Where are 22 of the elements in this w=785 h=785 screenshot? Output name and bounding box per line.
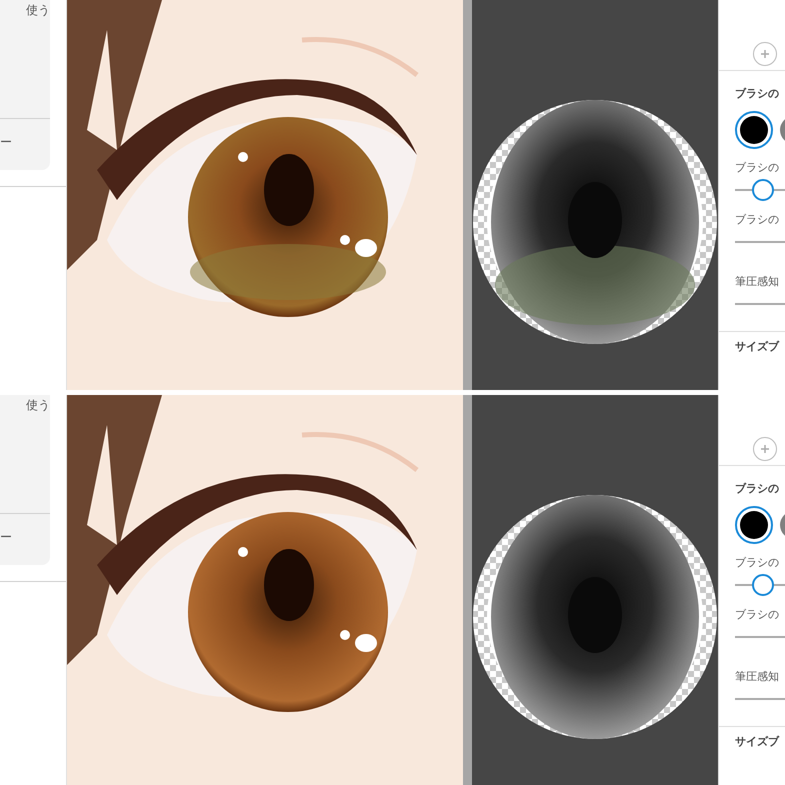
- plus-icon: [760, 49, 770, 59]
- sidebar-text: 使う: [25, 397, 50, 413]
- pressure-label: 筆圧感知: [735, 275, 780, 289]
- sidebar-text: ー: [0, 134, 13, 150]
- slider-thumb[interactable]: [752, 574, 774, 596]
- brush-swatch[interactable]: [735, 111, 773, 149]
- opacity-label: ブラシの: [735, 608, 780, 622]
- section-label: サイズブ: [734, 735, 780, 749]
- section-label: サイズブ: [734, 340, 780, 354]
- pressure-label: 筆圧感知: [735, 670, 780, 684]
- size-label: ブラシの: [735, 556, 780, 570]
- brush-label: ブラシの: [735, 482, 780, 496]
- size-label: ブラシの: [735, 161, 780, 175]
- brush-label: ブラシの: [735, 87, 780, 101]
- plus-icon: [760, 444, 770, 454]
- slider-thumb[interactable]: [752, 179, 774, 201]
- add-button[interactable]: [753, 437, 777, 461]
- add-button[interactable]: [753, 42, 777, 66]
- opacity-label: ブラシの: [735, 213, 780, 227]
- brush-swatch[interactable]: [735, 506, 773, 544]
- sidebar-text: ー: [0, 529, 13, 545]
- sidebar-text: 使う: [25, 2, 50, 18]
